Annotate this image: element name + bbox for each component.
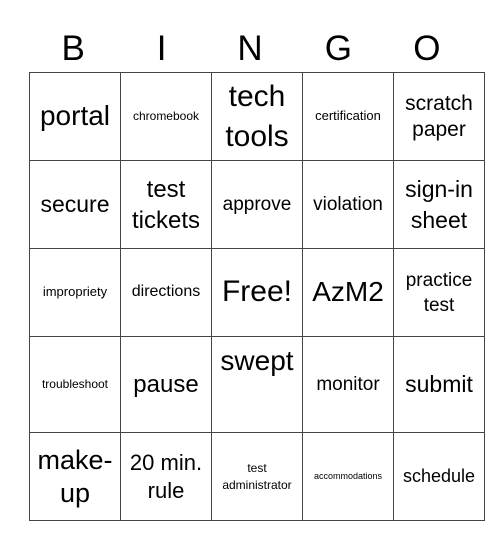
bingo-header: B I N G O (29, 26, 471, 72)
bingo-cell[interactable]: schedule (393, 432, 485, 521)
header-letter-o: O (413, 29, 441, 68)
bingo-cell[interactable]: test administrator (211, 432, 303, 521)
bingo-row: troubleshoot pause swept monitor submit (29, 336, 485, 433)
bingo-cell[interactable]: swept (211, 336, 303, 433)
bingo-cell[interactable]: sign-in sheet (393, 160, 485, 249)
bingo-cell[interactable]: monitor (302, 336, 394, 433)
bingo-cell[interactable]: chromebook (120, 72, 212, 161)
bingo-row: portal chromebook tech tools certificati… (29, 72, 485, 161)
bingo-row: secure test tickets approve violation si… (29, 160, 485, 249)
bingo-row: make-up 20 min. rule test administrator … (29, 432, 485, 521)
header-letter-b: B (61, 29, 85, 68)
bingo-row: impropriety directions Free! AzM2 practi… (29, 248, 485, 337)
bingo-cell[interactable]: impropriety (29, 248, 121, 337)
header-letter-g: G (324, 29, 353, 68)
bingo-cell[interactable]: submit (393, 336, 485, 433)
bingo-cell[interactable]: certification (302, 72, 394, 161)
bingo-cell[interactable]: secure (29, 160, 121, 249)
bingo-cell[interactable]: pause (120, 336, 212, 433)
bingo-cell[interactable]: scratch paper (393, 72, 485, 161)
free-space[interactable]: Free! (211, 248, 303, 337)
bingo-cell[interactable]: make-up (29, 432, 121, 521)
bingo-card-grid: portal chromebook tech tools certificati… (29, 72, 485, 521)
bingo-cell[interactable]: directions (120, 248, 212, 337)
bingo-cell[interactable]: violation (302, 160, 394, 249)
bingo-cell[interactable]: portal (29, 72, 121, 161)
bingo-cell[interactable]: tech tools (211, 72, 303, 161)
bingo-cell[interactable]: practice test (393, 248, 485, 337)
bingo-cell[interactable]: accommodations (302, 432, 394, 521)
header-letter-n: N (237, 29, 263, 68)
bingo-cell[interactable]: troubleshoot (29, 336, 121, 433)
bingo-cell[interactable]: test tickets (120, 160, 212, 249)
bingo-cell[interactable]: 20 min. rule (120, 432, 212, 521)
bingo-cell[interactable]: AzM2 (302, 248, 394, 337)
header-letter-i: I (156, 29, 167, 68)
bingo-cell[interactable]: approve (211, 160, 303, 249)
